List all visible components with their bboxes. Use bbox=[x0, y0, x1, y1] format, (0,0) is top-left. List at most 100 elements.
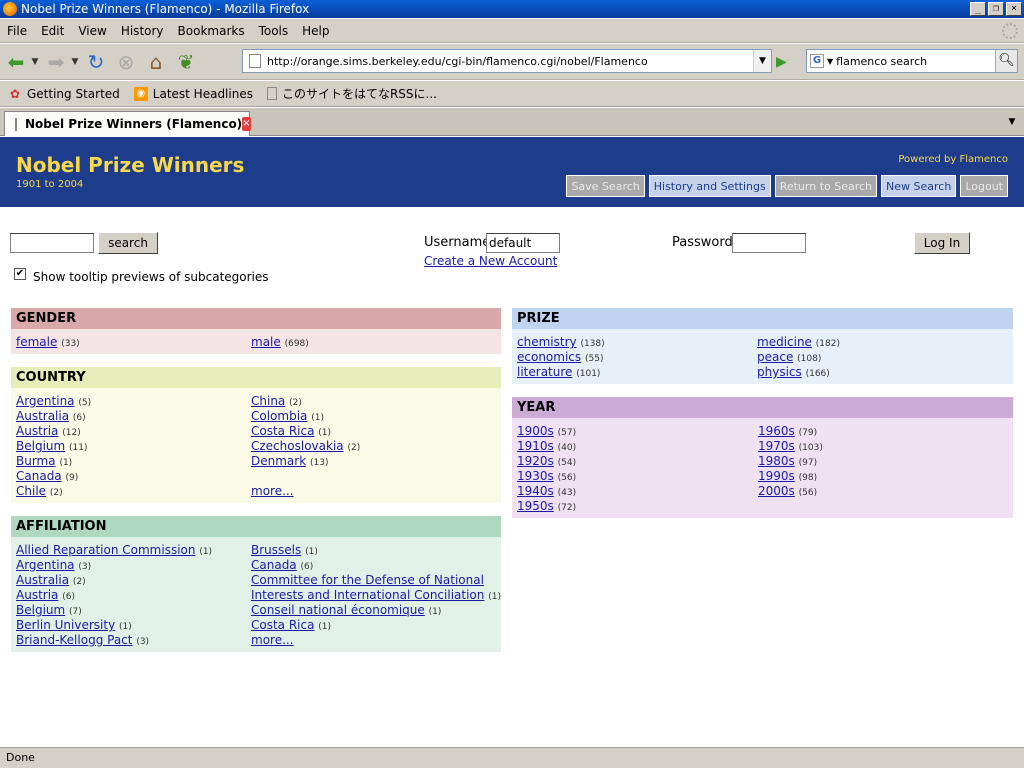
facet-link[interactable]: Briand-Kellogg Pact bbox=[16, 633, 132, 647]
minimize-icon[interactable]: _ bbox=[970, 2, 986, 16]
back-dropdown-icon[interactable]: ▼ bbox=[30, 57, 40, 67]
url-text[interactable]: http://orange.sims.berkeley.edu/cgi-bin/… bbox=[267, 55, 753, 68]
web-search-text[interactable]: flamenco search bbox=[836, 55, 995, 68]
restore-icon[interactable]: ❐ bbox=[988, 2, 1004, 16]
history-settings-button[interactable]: History and Settings bbox=[648, 175, 771, 197]
facet-link[interactable]: Belgium bbox=[16, 603, 65, 617]
menu-view[interactable]: View bbox=[71, 24, 113, 38]
username-input[interactable]: default bbox=[486, 233, 560, 253]
facet-link[interactable]: Berlin University bbox=[16, 618, 115, 632]
return-to-search-button[interactable]: Return to Search bbox=[774, 175, 878, 197]
facet-link[interactable]: 1950s bbox=[517, 499, 554, 513]
save-search-button[interactable]: Save Search bbox=[566, 175, 645, 197]
close-tab-icon[interactable]: × bbox=[242, 117, 251, 131]
facet-link[interactable]: Costa Rica bbox=[251, 424, 314, 438]
url-bar[interactable]: http://orange.sims.berkeley.edu/cgi-bin/… bbox=[242, 49, 772, 73]
facet-link[interactable]: Conseil national économique bbox=[251, 603, 425, 617]
search-button[interactable]: search bbox=[98, 232, 158, 254]
facet-link[interactable]: Austria bbox=[16, 424, 58, 438]
facet-link[interactable]: more... bbox=[251, 633, 294, 647]
facet-link[interactable]: 1970s bbox=[758, 439, 795, 453]
tab-nobel[interactable]: Nobel Prize Winners (Flamenco) × bbox=[4, 111, 251, 136]
facet-link[interactable]: 1980s bbox=[758, 454, 795, 468]
menu-tools[interactable]: Tools bbox=[252, 24, 296, 38]
facet-link[interactable]: Committee for the Defense of National bbox=[251, 573, 484, 587]
tooltip-checkbox[interactable]: ✔ bbox=[14, 268, 26, 280]
google-icon[interactable]: G bbox=[810, 54, 824, 68]
facet-link[interactable]: 1990s bbox=[758, 469, 795, 483]
facet-link[interactable]: medicine bbox=[757, 335, 812, 349]
forward-dropdown-icon[interactable]: ▼ bbox=[70, 57, 80, 67]
stop-icon[interactable]: ⊗ bbox=[112, 48, 140, 76]
menu-history[interactable]: History bbox=[114, 24, 171, 38]
reload-icon[interactable]: ↻ bbox=[82, 48, 110, 76]
engine-dropdown-icon[interactable]: ▼ bbox=[827, 57, 833, 66]
back-icon[interactable]: ⬅ bbox=[2, 48, 30, 76]
facet-link[interactable]: Allied Reparation Commission bbox=[16, 543, 195, 557]
facet-count: (1) bbox=[119, 622, 132, 632]
facet-link[interactable]: female bbox=[16, 335, 57, 349]
facet-link[interactable]: 1900s bbox=[517, 424, 554, 438]
facet-link[interactable]: Australia bbox=[16, 573, 69, 587]
facet-link[interactable]: China bbox=[251, 394, 285, 408]
facet-item: Canada (9) bbox=[16, 469, 91, 484]
facet-link[interactable]: Czechoslovakia bbox=[251, 439, 344, 453]
facet-link[interactable]: Costa Rica bbox=[251, 618, 314, 632]
powered-by: Powered by Flamenco bbox=[898, 154, 1008, 165]
search-input[interactable] bbox=[10, 233, 94, 253]
menu-file[interactable]: File bbox=[0, 24, 34, 38]
facet-link[interactable]: peace bbox=[757, 350, 793, 364]
facet-link[interactable]: 1920s bbox=[517, 454, 554, 468]
facet-link[interactable]: chemistry bbox=[517, 335, 577, 349]
facet-link[interactable]: Canada bbox=[251, 558, 297, 572]
forward-icon[interactable]: ➡ bbox=[42, 48, 70, 76]
facet-item: Argentina (5) bbox=[16, 394, 91, 409]
facet-item: Conseil national économique (1) bbox=[251, 603, 501, 618]
facet-link[interactable]: Argentina bbox=[16, 394, 75, 408]
facet-link[interactable]: Colombia bbox=[251, 409, 307, 423]
tab-list-icon[interactable]: ▼ bbox=[1004, 114, 1020, 130]
facet-link[interactable]: 1960s bbox=[758, 424, 795, 438]
logout-button[interactable]: Logout bbox=[960, 175, 1008, 197]
menu-bookmarks[interactable]: Bookmarks bbox=[171, 24, 252, 38]
facet-link[interactable]: Brussels bbox=[251, 543, 301, 557]
facet-count: (79) bbox=[798, 428, 818, 438]
facet-link[interactable]: Canada bbox=[16, 469, 62, 483]
bookmark-label: このサイトをはてなRSSに... bbox=[281, 87, 437, 101]
facet-link[interactable]: 1940s bbox=[517, 484, 554, 498]
facet-link[interactable]: Interests and International Conciliation bbox=[251, 588, 484, 602]
facet-link[interactable]: 1910s bbox=[517, 439, 554, 453]
facet-item: 1920s (54) bbox=[517, 454, 576, 469]
facet-link[interactable]: male bbox=[251, 335, 281, 349]
new-search-button[interactable]: New Search bbox=[881, 175, 957, 197]
login-button[interactable]: Log In bbox=[914, 232, 970, 254]
facet-link[interactable]: physics bbox=[757, 365, 802, 379]
leaf-icon[interactable]: ❦ bbox=[172, 48, 200, 76]
facet-link[interactable]: Chile bbox=[16, 484, 46, 498]
bookmark-hatena-rss[interactable]: このサイトをはてなRSSに... bbox=[266, 85, 437, 102]
create-account-link[interactable]: Create a New Account bbox=[424, 254, 557, 268]
bookmark-latest-headlines[interactable]: ◉ Latest Headlines bbox=[133, 86, 253, 101]
url-dropdown-icon[interactable]: ▼ bbox=[753, 50, 771, 72]
facet-link[interactable]: Argentina bbox=[16, 558, 75, 572]
go-icon[interactable]: ▶ bbox=[776, 54, 787, 70]
home-icon[interactable]: ⌂ bbox=[142, 48, 170, 76]
menu-help[interactable]: Help bbox=[295, 24, 336, 38]
facet-link[interactable]: Denmark bbox=[251, 454, 306, 468]
facet-link[interactable]: Austria bbox=[16, 588, 58, 602]
menu-edit[interactable]: Edit bbox=[34, 24, 71, 38]
facet-link[interactable]: 1930s bbox=[517, 469, 554, 483]
bookmark-getting-started[interactable]: ✿ Getting Started bbox=[8, 87, 120, 101]
facet-link[interactable]: Belgium bbox=[16, 439, 65, 453]
magnifier-icon[interactable]: 🔍︎ bbox=[995, 50, 1017, 72]
facet-link[interactable]: literature bbox=[517, 365, 572, 379]
web-search-box[interactable]: G ▼ flamenco search 🔍︎ bbox=[806, 49, 1018, 73]
facet-link[interactable]: 2000s bbox=[758, 484, 795, 498]
facet-link[interactable]: economics bbox=[517, 350, 581, 364]
close-window-icon[interactable]: × bbox=[1006, 2, 1022, 16]
facet-link[interactable]: more... bbox=[251, 484, 294, 498]
facet-link[interactable]: Australia bbox=[16, 409, 69, 423]
facet-link[interactable]: Burma bbox=[16, 454, 56, 468]
page-content: Nobel Prize Winners 1901 to 2004 Powered… bbox=[0, 137, 1024, 746]
password-input[interactable] bbox=[732, 233, 806, 253]
